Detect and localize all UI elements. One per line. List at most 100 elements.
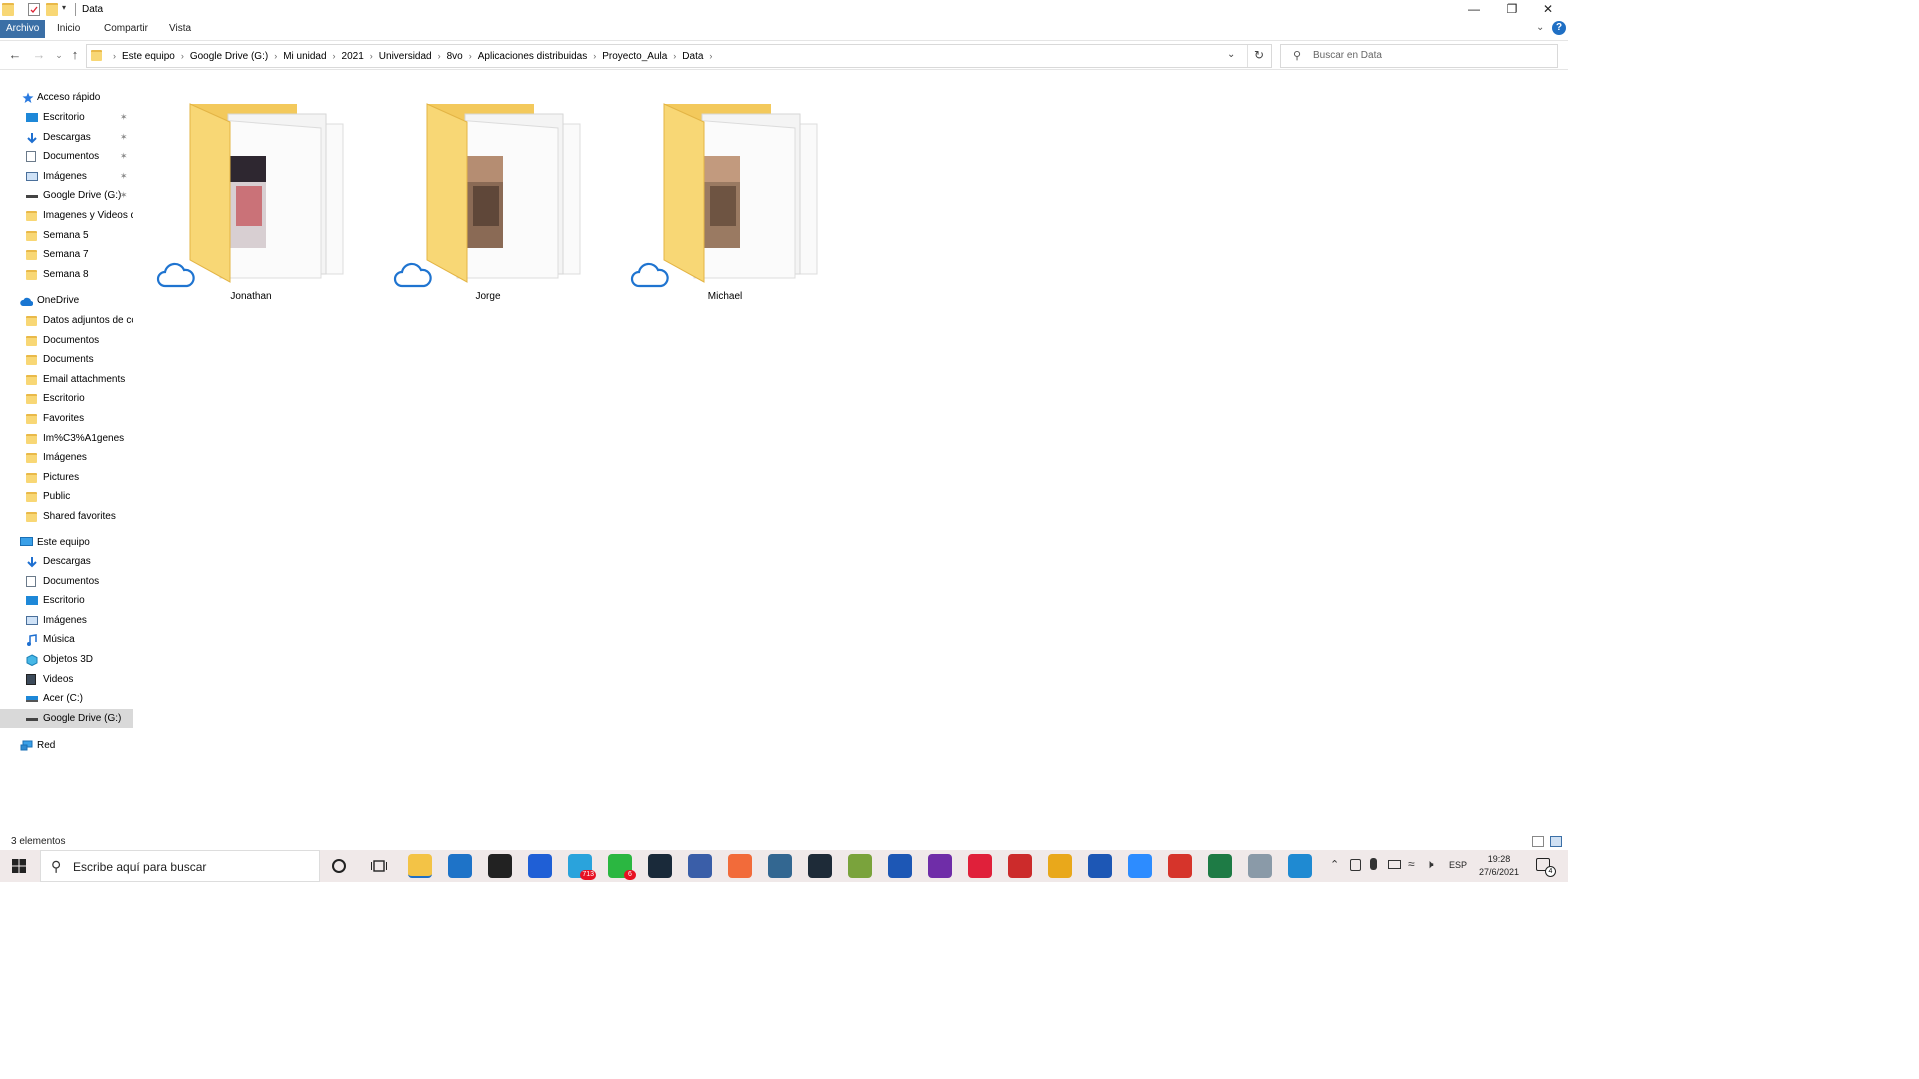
sidebar-item[interactable]: Favorites xyxy=(0,409,133,428)
mail-icon[interactable] xyxy=(448,854,472,878)
sidebar-item[interactable]: Semana 8 xyxy=(0,265,133,284)
breadcrumb-item[interactable]: 2021 xyxy=(342,51,364,62)
folder-name[interactable]: Michael xyxy=(630,291,820,302)
star-app-icon[interactable] xyxy=(1168,854,1192,878)
breadcrumb-separator[interactable]: › xyxy=(593,51,596,61)
breadcrumb-separator[interactable]: › xyxy=(438,51,441,61)
pin-icon[interactable]: ✶ xyxy=(120,128,128,147)
taskbar-search[interactable]: ⚲ Escribe aquí para buscar xyxy=(40,850,320,882)
sidebar-item[interactable]: Google Drive (G:) xyxy=(0,708,133,728)
league-icon[interactable] xyxy=(648,854,672,878)
sidebar-item[interactable]: Email attachments xyxy=(0,370,133,389)
sidebar-item[interactable]: Documentos xyxy=(0,572,133,591)
vscode-icon[interactable] xyxy=(1288,854,1312,878)
windows-start-icon[interactable] xyxy=(12,859,26,873)
ide-icon[interactable] xyxy=(808,854,832,878)
breadcrumb-item[interactable]: Data xyxy=(682,51,703,62)
excel-icon[interactable] xyxy=(1208,854,1232,878)
display-icon[interactable] xyxy=(1248,854,1272,878)
show-hidden-icons[interactable]: ⌃ xyxy=(1330,858,1339,871)
sidebar-item[interactable]: Im%C3%A1genes xyxy=(0,429,133,448)
up-button[interactable]: ↑ xyxy=(67,47,83,63)
sidebar-item[interactable]: Public xyxy=(0,487,133,506)
pin-icon[interactable]: ✶ xyxy=(120,147,128,166)
sidebar-item[interactable]: Videos xyxy=(0,670,133,689)
folder-name[interactable]: Jorge xyxy=(393,291,583,302)
tab-compartir[interactable]: Compartir xyxy=(98,20,154,38)
folder-item[interactable]: Jorge xyxy=(393,100,583,310)
notification-center-icon[interactable]: 4 xyxy=(1536,858,1556,877)
sidebar-item[interactable]: Escritorio xyxy=(0,591,133,610)
sidebar-item[interactable]: Imágenes xyxy=(0,611,133,630)
battery-icon[interactable] xyxy=(1388,860,1401,869)
pin-icon[interactable]: ✶ xyxy=(120,167,128,186)
breadcrumb-item[interactable]: Universidad xyxy=(379,51,432,62)
tab-inicio[interactable]: Inicio xyxy=(51,20,86,38)
ccleaner-icon[interactable] xyxy=(848,854,872,878)
new-folder-icon[interactable] xyxy=(46,3,58,16)
telegram-icon[interactable]: 713 xyxy=(568,854,596,880)
address-bar[interactable]: › Este equipo › Google Drive (G:) › Mi unidad… xyxy=(86,44,1272,68)
file-explorer-icon[interactable] xyxy=(408,854,432,878)
chrome-icon[interactable] xyxy=(1048,854,1072,878)
breadcrumb-separator[interactable]: › xyxy=(370,51,373,61)
sidebar-item[interactable]: Semana 7 xyxy=(0,245,133,264)
folder-item[interactable]: Michael xyxy=(630,100,820,310)
sidebar-item[interactable]: Imagenes y Videos d xyxy=(0,206,133,225)
sidebar-section-quick-access[interactable]: Acceso rápido xyxy=(0,88,133,107)
breadcrumb-separator[interactable]: › xyxy=(181,51,184,61)
breadcrumb-item[interactable]: Aplicaciones distribuidas xyxy=(478,51,588,62)
breadcrumb-item[interactable]: Google Drive (G:) xyxy=(190,51,268,62)
tab-archivo[interactable]: Archivo xyxy=(0,20,46,38)
folder-item[interactable]: Jonathan xyxy=(156,100,346,310)
breadcrumb-item[interactable]: 8vo xyxy=(447,51,463,62)
sidebar-item[interactable]: Descargas ✶ xyxy=(0,128,133,147)
tab-vista[interactable]: Vista xyxy=(163,20,197,38)
postman-icon[interactable] xyxy=(728,854,752,878)
breadcrumb-separator[interactable]: › xyxy=(469,51,472,61)
sidebar-item[interactable]: Google Drive (G:) ✶ xyxy=(0,186,133,205)
help-icon[interactable]: ? xyxy=(1552,21,1566,35)
taskbar-search-input[interactable]: Escribe aquí para buscar xyxy=(73,860,206,874)
opera-icon[interactable] xyxy=(968,854,992,878)
sidebar-item[interactable]: Semana 5 xyxy=(0,226,133,245)
folder-name[interactable]: Jonathan xyxy=(156,291,346,302)
pin-icon[interactable]: ✶ xyxy=(120,108,128,127)
word-icon[interactable] xyxy=(1088,854,1112,878)
close-button[interactable]: ✕ xyxy=(1530,0,1566,20)
firefox-icon[interactable] xyxy=(528,854,552,878)
sidebar-item[interactable]: Descargas xyxy=(0,552,133,571)
breadcrumb-item[interactable]: Este equipo xyxy=(122,51,175,62)
postgresql-icon[interactable] xyxy=(768,854,792,878)
sidebar-item[interactable]: Imágenes xyxy=(0,448,133,467)
sidebar-item[interactable]: Imágenes ✶ xyxy=(0,167,133,186)
breadcrumb-item[interactable]: Mi unidad xyxy=(283,51,326,62)
clock[interactable]: 19:28 27/6/2021 xyxy=(1474,853,1524,879)
cortana-icon[interactable] xyxy=(332,859,346,873)
sidebar-section-onedrive[interactable]: OneDrive xyxy=(0,291,133,310)
sidebar-item[interactable]: Música xyxy=(0,630,133,649)
sidebar-item[interactable]: Documents xyxy=(0,350,133,369)
meet-now-icon[interactable] xyxy=(1350,859,1361,871)
sidebar-item[interactable]: Pictures xyxy=(0,468,133,487)
breadcrumb-separator[interactable]: › xyxy=(709,51,712,61)
search-input[interactable]: Buscar en Data xyxy=(1313,50,1382,61)
notion-icon[interactable] xyxy=(488,854,512,878)
expand-ribbon-icon[interactable]: ⌄ xyxy=(1536,22,1544,33)
filezilla-icon[interactable] xyxy=(1008,854,1032,878)
breadcrumb-separator[interactable]: › xyxy=(333,51,336,61)
customize-quick-access-icon[interactable]: ▾ xyxy=(62,3,74,16)
recent-locations-button[interactable]: ⌄ xyxy=(51,47,67,63)
wifi-icon[interactable]: ≈ xyxy=(1408,857,1415,871)
properties-icon[interactable] xyxy=(28,3,40,16)
virtualbox-icon[interactable] xyxy=(688,854,712,878)
microphone-icon[interactable] xyxy=(1370,858,1377,870)
sidebar-section-this-pc[interactable]: Este equipo xyxy=(0,533,133,552)
refresh-button[interactable]: ↻ xyxy=(1254,48,1264,62)
sidebar-item[interactable]: Documentos xyxy=(0,331,133,350)
forward-button[interactable]: → xyxy=(31,47,47,63)
breadcrumb-item[interactable]: Proyecto_Aula xyxy=(602,51,667,62)
breadcrumb-separator[interactable]: › xyxy=(113,51,116,61)
sidebar-item[interactable]: Objetos 3D xyxy=(0,650,133,669)
whatsapp-icon[interactable]: 6 xyxy=(608,854,636,880)
